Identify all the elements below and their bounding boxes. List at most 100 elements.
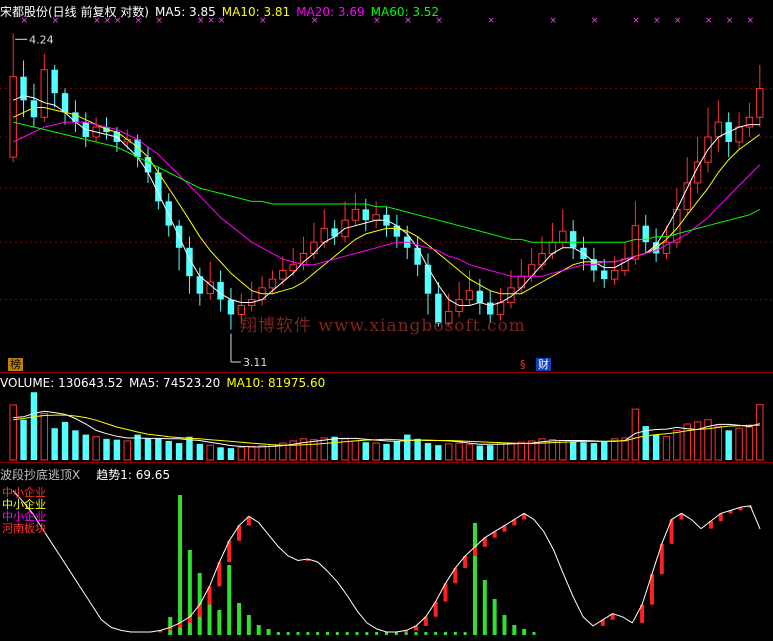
volume-bar: [517, 441, 526, 461]
volume-bar: [320, 437, 328, 461]
volume-bar: [725, 430, 732, 460]
volume-bar: [414, 438, 421, 460]
candle-body: [227, 299, 235, 315]
volume-bar: [465, 444, 474, 461]
indicator-header: 波段抄底逃顶X 趋势1: 69.65: [0, 466, 176, 483]
volume-bar: [30, 392, 38, 460]
volume-bar: [331, 436, 338, 460]
green-tick: [355, 632, 359, 635]
low-price-label: 3.11: [243, 356, 268, 369]
finance-badge[interactable]: 财: [536, 358, 551, 371]
green-tick: [414, 632, 418, 635]
volume-bar: [476, 445, 484, 460]
volume-bar: [92, 436, 100, 461]
volume-bar: [61, 421, 69, 460]
indicator-chart[interactable]: [0, 463, 773, 641]
volume-bar: [227, 448, 235, 460]
ma5-label: MA5: 3.85: [155, 5, 216, 19]
green-signal-bar: [178, 495, 183, 635]
volume-bar: [123, 440, 131, 461]
candle-body: [424, 264, 432, 294]
event-marker: ×: [674, 16, 682, 26]
volume-bar: [455, 442, 463, 461]
volume-bar: [310, 439, 318, 461]
volume-bar: [559, 440, 567, 461]
candle-body: [517, 275, 526, 289]
green-tick: [296, 632, 300, 635]
candle-body: [601, 270, 608, 280]
rank-badge[interactable]: 榜: [8, 358, 23, 371]
high-price-label: 4.24: [29, 33, 53, 46]
volume-bar: [714, 425, 723, 461]
event-marker: ×: [549, 16, 557, 26]
green-signal-bar: [237, 603, 242, 635]
volume-bar: [165, 440, 172, 460]
volume-bar: [601, 440, 608, 460]
green-tick: [522, 632, 526, 635]
green-signal-bar: [492, 599, 497, 635]
candle-body: [351, 208, 360, 221]
volume-bar: [72, 430, 79, 460]
green-tick: [512, 632, 516, 635]
candle-body: [196, 276, 204, 294]
candle-body: [144, 157, 152, 173]
green-tick: [453, 632, 457, 635]
volume-bar: [372, 442, 380, 461]
volume-bar: [217, 447, 224, 460]
ma10-line: [12, 107, 761, 295]
panel-divider: [0, 372, 773, 373]
trend-line: [12, 490, 761, 633]
candle-body: [165, 201, 172, 226]
candle-body: [279, 269, 287, 280]
green-signal-bar: [472, 523, 477, 635]
green-tick: [463, 632, 467, 635]
ma20-label: MA20: 3.69: [296, 5, 365, 19]
volume-bar: [237, 446, 246, 461]
indicator-panel[interactable]: 波段抄底逃顶X 趋势1: 69.65 中小企业 中小企业 中小企业 河南板块: [0, 463, 773, 641]
volume-bar: [40, 412, 49, 461]
volume-bar: [756, 404, 764, 461]
candle-body: [465, 290, 474, 301]
candle-body: [714, 121, 723, 138]
green-tick: [306, 632, 310, 635]
candle-body: [310, 241, 318, 254]
candle-body: [610, 269, 619, 280]
stock-title: 宋都股份(日线 前复权 对数): [0, 5, 149, 19]
volume-bar: [196, 443, 204, 460]
volume-bar: [735, 427, 743, 461]
candle-body: [559, 230, 567, 243]
green-tick: [483, 632, 487, 635]
green-tick: [267, 632, 271, 635]
green-tick: [473, 632, 477, 635]
trend-label: 趋势1: 69.65: [96, 468, 171, 482]
candle-body: [289, 264, 297, 271]
price-panel[interactable]: 4.24 3.11 × × × × × × × × × × × × × × × × × × × × × × × × 宋都股份(日线…: [0, 0, 773, 372]
candle-body: [206, 281, 214, 295]
green-tick: [365, 632, 369, 635]
candle-body: [217, 281, 224, 300]
green-tick: [316, 632, 320, 635]
event-marker: ×: [487, 16, 495, 26]
green-signal-bar: [246, 615, 251, 635]
event-marker: ×: [591, 16, 599, 26]
volume-bar: [103, 438, 110, 460]
volume-bar: [569, 441, 577, 460]
candle-body: [51, 69, 58, 94]
volume-bar: [247, 445, 256, 461]
volume-panel[interactable]: VOLUME: 130643.52 MA5: 74523.20 MA10: 8197…: [0, 374, 773, 462]
legend-item: 河南板块: [2, 522, 46, 535]
candle-body: [414, 247, 421, 265]
volume-bar: [362, 442, 369, 460]
volume-header: VOLUME: 130643.52 MA5: 74523.20 MA10: 8197…: [0, 376, 331, 390]
candle-body: [40, 69, 49, 118]
section-badge[interactable]: §: [518, 358, 528, 371]
candle-body: [320, 227, 328, 243]
volume-bar: [693, 421, 702, 461]
volume-bar: [268, 444, 277, 461]
volume-bar: [486, 445, 494, 460]
volume-bar: [51, 428, 58, 460]
volume-bar: [652, 434, 660, 460]
green-signal-bar: [482, 580, 487, 635]
green-tick: [493, 632, 497, 635]
event-marker: ×: [632, 16, 640, 26]
